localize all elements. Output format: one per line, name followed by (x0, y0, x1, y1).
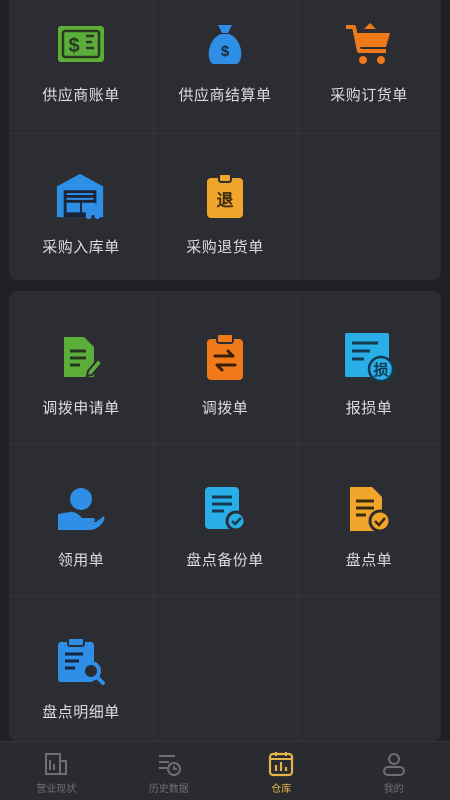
tab-label: 我的 (383, 784, 404, 795)
grid-item-label: 盘点明细单 (42, 704, 120, 721)
document-edit-icon (55, 331, 107, 383)
grid-item-loss-report[interactable]: 损 报损单 (297, 331, 441, 483)
grid-item-label: 供应商账单 (42, 87, 120, 104)
grid-item-label: 调拨单 (201, 400, 249, 417)
grid-item-label: 采购退货单 (186, 239, 264, 256)
grid-item-label: 盘点备份单 (186, 552, 264, 569)
grid-item-label: 盘点单 (345, 552, 393, 569)
building-chart-icon (45, 753, 68, 775)
supplier-bill-icon: $ (55, 18, 107, 70)
svg-text:损: 损 (373, 361, 388, 379)
grid-item-stocktake-detail[interactable]: 盘点明细单 (9, 635, 153, 741)
tab-business-status[interactable]: 营业现状 (0, 742, 113, 800)
user-icon (382, 753, 405, 776)
purchase-card: $ 供应商账单 $ 供应商结算单 采购订货单 采购入库单 退 采购退货单 (9, 0, 441, 280)
grid-item-requisition[interactable]: 领用单 (9, 483, 153, 635)
grid-item-label: 供应商结算单 (178, 87, 272, 104)
tab-label: 历史数据 (148, 784, 189, 795)
transfer-clipboard-icon (199, 331, 251, 383)
grid-item-supplier-settlement[interactable]: $ 供应商结算单 (153, 18, 297, 170)
grid-item-label: 采购入库单 (42, 239, 120, 256)
grid-item-label: 报损单 (345, 400, 393, 417)
grid-item-stocktake[interactable]: 盘点单 (297, 483, 441, 635)
svg-text:$: $ (68, 35, 79, 57)
grid-item-purchase-inbound[interactable]: 采购入库单 (9, 170, 153, 280)
history-list-icon (158, 755, 181, 776)
grid-item-label: 调拨申请单 (42, 400, 120, 417)
grid-item-stocktake-backup[interactable]: 盘点备份单 (153, 483, 297, 635)
loss-report-icon: 损 (343, 331, 395, 383)
money-bag-icon: $ (199, 18, 251, 70)
tab-mine[interactable]: 我的 (338, 742, 450, 800)
bottom-tab-bar: 营业现状 历史数据 仓库 我的 (0, 741, 450, 800)
warehouse-truck-icon (55, 170, 107, 222)
transfer-card: 调拨申请单 调拨单 损 报损单 领用单 盘点备份单 盘点单 盘点明细单 (9, 291, 441, 741)
document-check-icon (199, 483, 251, 535)
tab-label: 营业现状 (36, 784, 77, 795)
tab-label: 仓库 (271, 784, 292, 795)
grid-item-label: 采购订货单 (330, 87, 408, 104)
tab-warehouse[interactable]: 仓库 (225, 742, 338, 800)
clipboard-search-icon (55, 635, 107, 687)
shopping-cart-icon (343, 18, 395, 70)
grid-item-transfer-request[interactable]: 调拨申请单 (9, 331, 153, 483)
inventory-check-icon (343, 483, 395, 535)
svg-text:退: 退 (217, 191, 234, 211)
svg-text:$: $ (221, 43, 230, 60)
return-tag-icon: 退 (199, 170, 251, 222)
warehouse-chart-icon (269, 752, 294, 777)
grid-item-purchase-order[interactable]: 采购订货单 (297, 18, 441, 170)
grid-item-purchase-return[interactable]: 退 采购退货单 (153, 170, 297, 280)
hand-user-icon (55, 483, 107, 535)
grid-item-label: 领用单 (57, 552, 105, 569)
tab-history-data[interactable]: 历史数据 (113, 742, 226, 800)
grid-item-transfer[interactable]: 调拨单 (153, 331, 297, 483)
grid-item-supplier-bill[interactable]: $ 供应商账单 (9, 18, 153, 170)
